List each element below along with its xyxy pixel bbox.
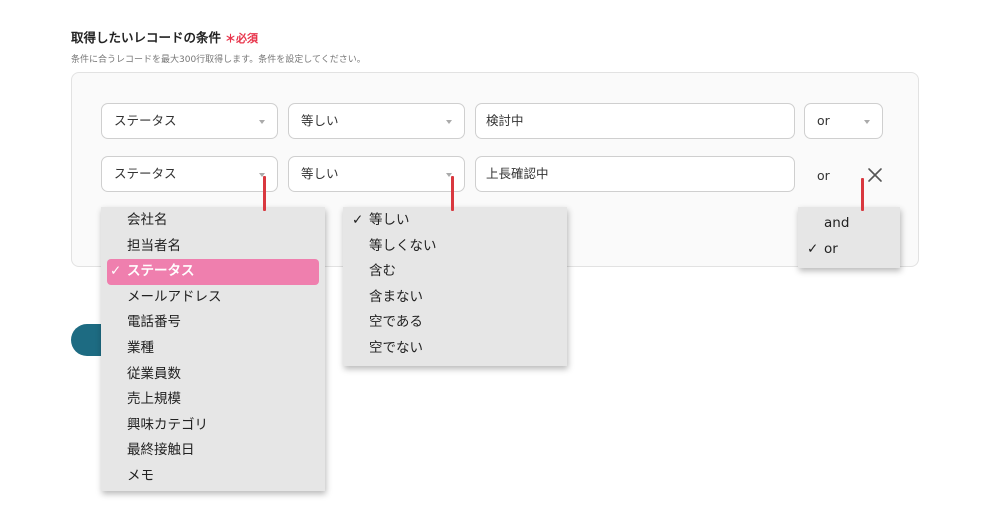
menu-item-interest[interactable]: 興味カテゴリ — [101, 413, 325, 439]
menu-item-industry[interactable]: 業種 — [101, 336, 325, 362]
menu-item-empty[interactable]: 空である — [343, 310, 567, 336]
menu-item-status[interactable]: ✓ ステータス — [107, 259, 319, 285]
row1-value-input[interactable]: 検討中 — [475, 103, 795, 139]
menu-item-contains[interactable]: 含む — [343, 259, 567, 285]
menu-item-and[interactable]: and — [798, 211, 900, 237]
menu-item-revenue[interactable]: 売上規模 — [101, 387, 325, 413]
dropdown-arrow-icon — [446, 120, 452, 124]
menu-item-last-contact[interactable]: 最終接触日 — [101, 438, 325, 464]
row2-field-select[interactable]: ステータス — [101, 156, 278, 192]
menu-item-not-equals[interactable]: 等しくない — [343, 234, 567, 260]
dropdown-arrow-icon — [259, 120, 265, 124]
row2-operator-value: 等しい — [301, 166, 339, 181]
operator-dropdown-menu: ✓ 等しい 等しくない 含む 含まない 空である 空でない — [343, 207, 567, 366]
row1-logic-select[interactable]: or — [804, 103, 883, 139]
row1-operator-select[interactable]: 等しい — [288, 103, 465, 139]
menu-item-employees[interactable]: 従業員数 — [101, 362, 325, 388]
logic-dropdown-menu: and ✓ or — [798, 207, 900, 268]
menu-item-or[interactable]: ✓ or — [798, 237, 900, 263]
section-title: 取得したいレコードの条件 ＊必須 — [71, 30, 259, 45]
menu-item-memo[interactable]: メモ — [101, 464, 325, 490]
row1-field-value: ステータス — [114, 113, 177, 128]
menu-item-not-contains[interactable]: 含まない — [343, 285, 567, 311]
menu-item-email[interactable]: メールアドレス — [101, 285, 325, 311]
row2-logic-select[interactable]: or — [817, 168, 830, 183]
menu-item-phone[interactable]: 電話番号 — [101, 310, 325, 336]
field-dropdown-menu: 会社名 担当者名 ✓ ステータス メールアドレス 電話番号 業種 従業員数 売上規… — [101, 207, 325, 491]
dropdown-arrow-icon — [864, 120, 870, 124]
annotation-marker — [861, 178, 864, 211]
annotation-marker — [263, 176, 266, 211]
check-icon: ✓ — [110, 263, 122, 280]
check-icon: ✓ — [807, 240, 819, 257]
row1-logic-value: or — [817, 113, 830, 128]
menu-item-not-empty[interactable]: 空でない — [343, 336, 567, 362]
row2-field-value: ステータス — [114, 166, 177, 181]
menu-item-owner[interactable]: 担当者名 — [101, 234, 325, 260]
annotation-marker — [451, 176, 454, 211]
row1-field-select[interactable]: ステータス — [101, 103, 278, 139]
menu-item-equals[interactable]: ✓ 等しい — [343, 208, 567, 234]
close-icon[interactable] — [866, 166, 884, 184]
menu-item-company[interactable]: 会社名 — [101, 208, 325, 234]
section-description: 条件に合うレコードを最大300行取得します。条件を設定してください。 — [71, 55, 366, 65]
row1-operator-value: 等しい — [301, 113, 339, 128]
row2-value-input[interactable]: 上長確認中 — [475, 156, 795, 192]
row2-operator-select[interactable]: 等しい — [288, 156, 465, 192]
check-icon: ✓ — [352, 212, 364, 228]
required-badge: ＊必須 — [225, 32, 259, 45]
